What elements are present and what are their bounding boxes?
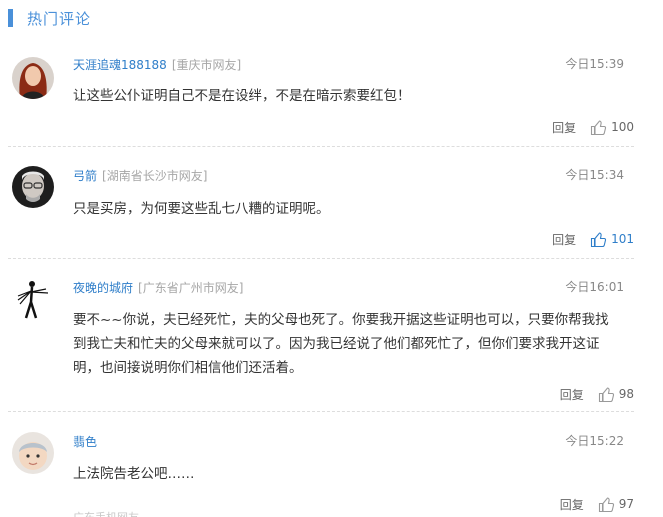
section-header: 热门评论 [8, 4, 91, 32]
comment-text-line: 明，也间接说明你们相信他们还活着。 [73, 360, 303, 376]
comment-text-line: 让这些公仆证明自己不是在设绊，不是在暗示索要红包！ [73, 88, 411, 104]
reply-button[interactable]: 回复 [560, 496, 584, 513]
like-count: 100 [611, 120, 634, 134]
thumbs-up-icon [598, 496, 614, 512]
next-comment-partial: 广东手机网友 [73, 509, 139, 517]
comment-divider [8, 258, 634, 259]
header-accent-bar [8, 9, 13, 27]
comment-text-line: 到我亡夫和忙夫的父母来就可以了。因为我已经说了他们都死忙了，但你们要求我开这证 [73, 336, 600, 352]
like-count: 97 [618, 497, 634, 511]
username-link[interactable]: 天涯追魂188188 [73, 56, 167, 73]
avatar[interactable] [12, 166, 54, 208]
comment-meta: 弓箭 [湖南省长沙市网友] [73, 166, 207, 184]
user-location: [广东省广州市网友] [138, 280, 244, 295]
comment-item: 夜晚的城府 [广东省广州市网友] 今日16:01 要不~~你说，夫已经死忙，夫的… [8, 278, 634, 412]
comment-item: 天涯追魂188188 [重庆市网友] 今日15:39 让这些公仆证明自己不是在设… [8, 55, 634, 147]
username-link[interactable]: 弓箭 [73, 167, 97, 184]
like-button[interactable]: 101 [590, 231, 634, 248]
like-button[interactable]: 98 [598, 386, 634, 403]
comment-actions: 回复 97 [560, 494, 634, 514]
comment-text-line: 上法院告老公吧…… [73, 466, 195, 482]
comment-time: 今日15:34 [565, 168, 624, 182]
comment-meta: 夜晚的城府 [广东省广州市网友] [73, 278, 243, 296]
comment-time: 今日15:22 [565, 434, 624, 448]
username-link[interactable]: 翡色 [73, 433, 97, 450]
comment-actions: 回复 98 [560, 384, 634, 404]
comment-text-line: 要不~~你说，夫已经死忙，夫的父母也死了。你要我开据这些证明也可以，只要你帮我找 [73, 312, 609, 328]
thumbs-up-icon [598, 386, 614, 402]
comment-item: 弓箭 [湖南省长沙市网友] 今日15:34 只是买房，为何要这些乱七八糟的证明呢… [8, 166, 634, 259]
avatar[interactable] [12, 278, 54, 320]
comment-meta: 翡色 [73, 432, 97, 450]
like-button[interactable]: 97 [598, 496, 634, 513]
like-count: 98 [618, 387, 634, 401]
comment-time: 今日15:39 [565, 57, 624, 71]
user-location: [重庆市网友] [171, 57, 242, 72]
reply-button[interactable]: 回复 [552, 231, 576, 248]
like-count: 101 [611, 232, 634, 246]
comment-divider [8, 411, 634, 412]
comment-meta: 天涯追魂188188 [重庆市网友] [73, 55, 241, 73]
comment-time: 今日16:01 [565, 280, 624, 294]
section-title: 热门评论 [27, 9, 92, 28]
comment-text: 让这些公仆证明自己不是在设绊，不是在暗示索要红包！ [73, 84, 411, 108]
reply-button[interactable]: 回复 [552, 119, 576, 136]
comment-text: 要不~~你说，夫已经死忙，夫的父母也死了。你要我开据这些证明也可以，只要你帮我找… [73, 308, 609, 380]
comment-text: 上法院告老公吧…… [73, 462, 195, 486]
avatar[interactable] [12, 432, 54, 474]
user-location: [湖南省长沙市网友] [102, 168, 208, 183]
reply-button[interactable]: 回复 [560, 386, 584, 403]
avatar[interactable] [12, 57, 54, 99]
comment-divider [8, 146, 634, 147]
comment-actions: 回复 100 [552, 117, 634, 137]
comment-text-line: 只是买房，为何要这些乱七八糟的证明呢。 [73, 201, 330, 217]
thumbs-up-icon [591, 231, 607, 247]
comment-actions: 回复 101 [552, 229, 634, 249]
thumbs-up-icon [591, 119, 607, 135]
like-button[interactable]: 100 [590, 119, 634, 136]
comment-text: 只是买房，为何要这些乱七八糟的证明呢。 [73, 197, 330, 221]
username-link[interactable]: 夜晚的城府 [73, 279, 133, 296]
comment-item: 翡色 今日15:22 上法院告老公吧…… 回复 97 [8, 432, 634, 512]
